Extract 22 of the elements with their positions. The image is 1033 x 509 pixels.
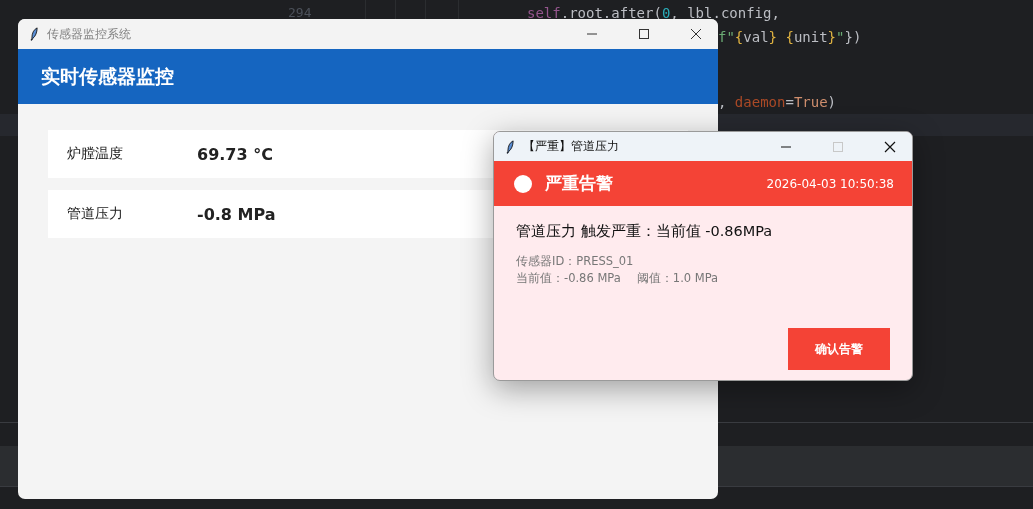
sensor-label: 炉膛温度 [67, 145, 124, 163]
acknowledge-button[interactable]: 确认告警 [788, 328, 890, 370]
sensor-value: 69.73 °C [197, 144, 273, 164]
feather-icon [506, 139, 515, 154]
threshold-value: 阈值：1.0 MPa [636, 270, 719, 287]
close-icon[interactable] [690, 28, 702, 40]
close-icon[interactable] [884, 140, 896, 153]
feather-icon [30, 27, 39, 41]
current-value: 当前值：-0.86 MPa [516, 270, 621, 287]
severity-title: 严重告警 [545, 172, 613, 195]
window-title: 【严重】管道压力 [523, 138, 619, 155]
code-line: , daemon=True) [718, 93, 837, 112]
sensor-label: 管道压力 [67, 205, 124, 223]
timestamp: 2026-04-03 10:50:38 [766, 176, 894, 191]
header-title: 实时传感器监控 [41, 63, 174, 89]
sensor-id: 传感器ID：PRESS_01 [516, 253, 635, 270]
code-line: f"{val} {unit}"}) [718, 28, 862, 47]
sensor-value: -0.8 MPa [197, 204, 276, 224]
status-dot [514, 174, 532, 193]
alert-message: 管道压力 触发严重：当前值 -0.86MPa [516, 222, 774, 241]
maximize-icon[interactable] [638, 28, 650, 40]
window-title: 传感器监控系统 [47, 25, 131, 43]
